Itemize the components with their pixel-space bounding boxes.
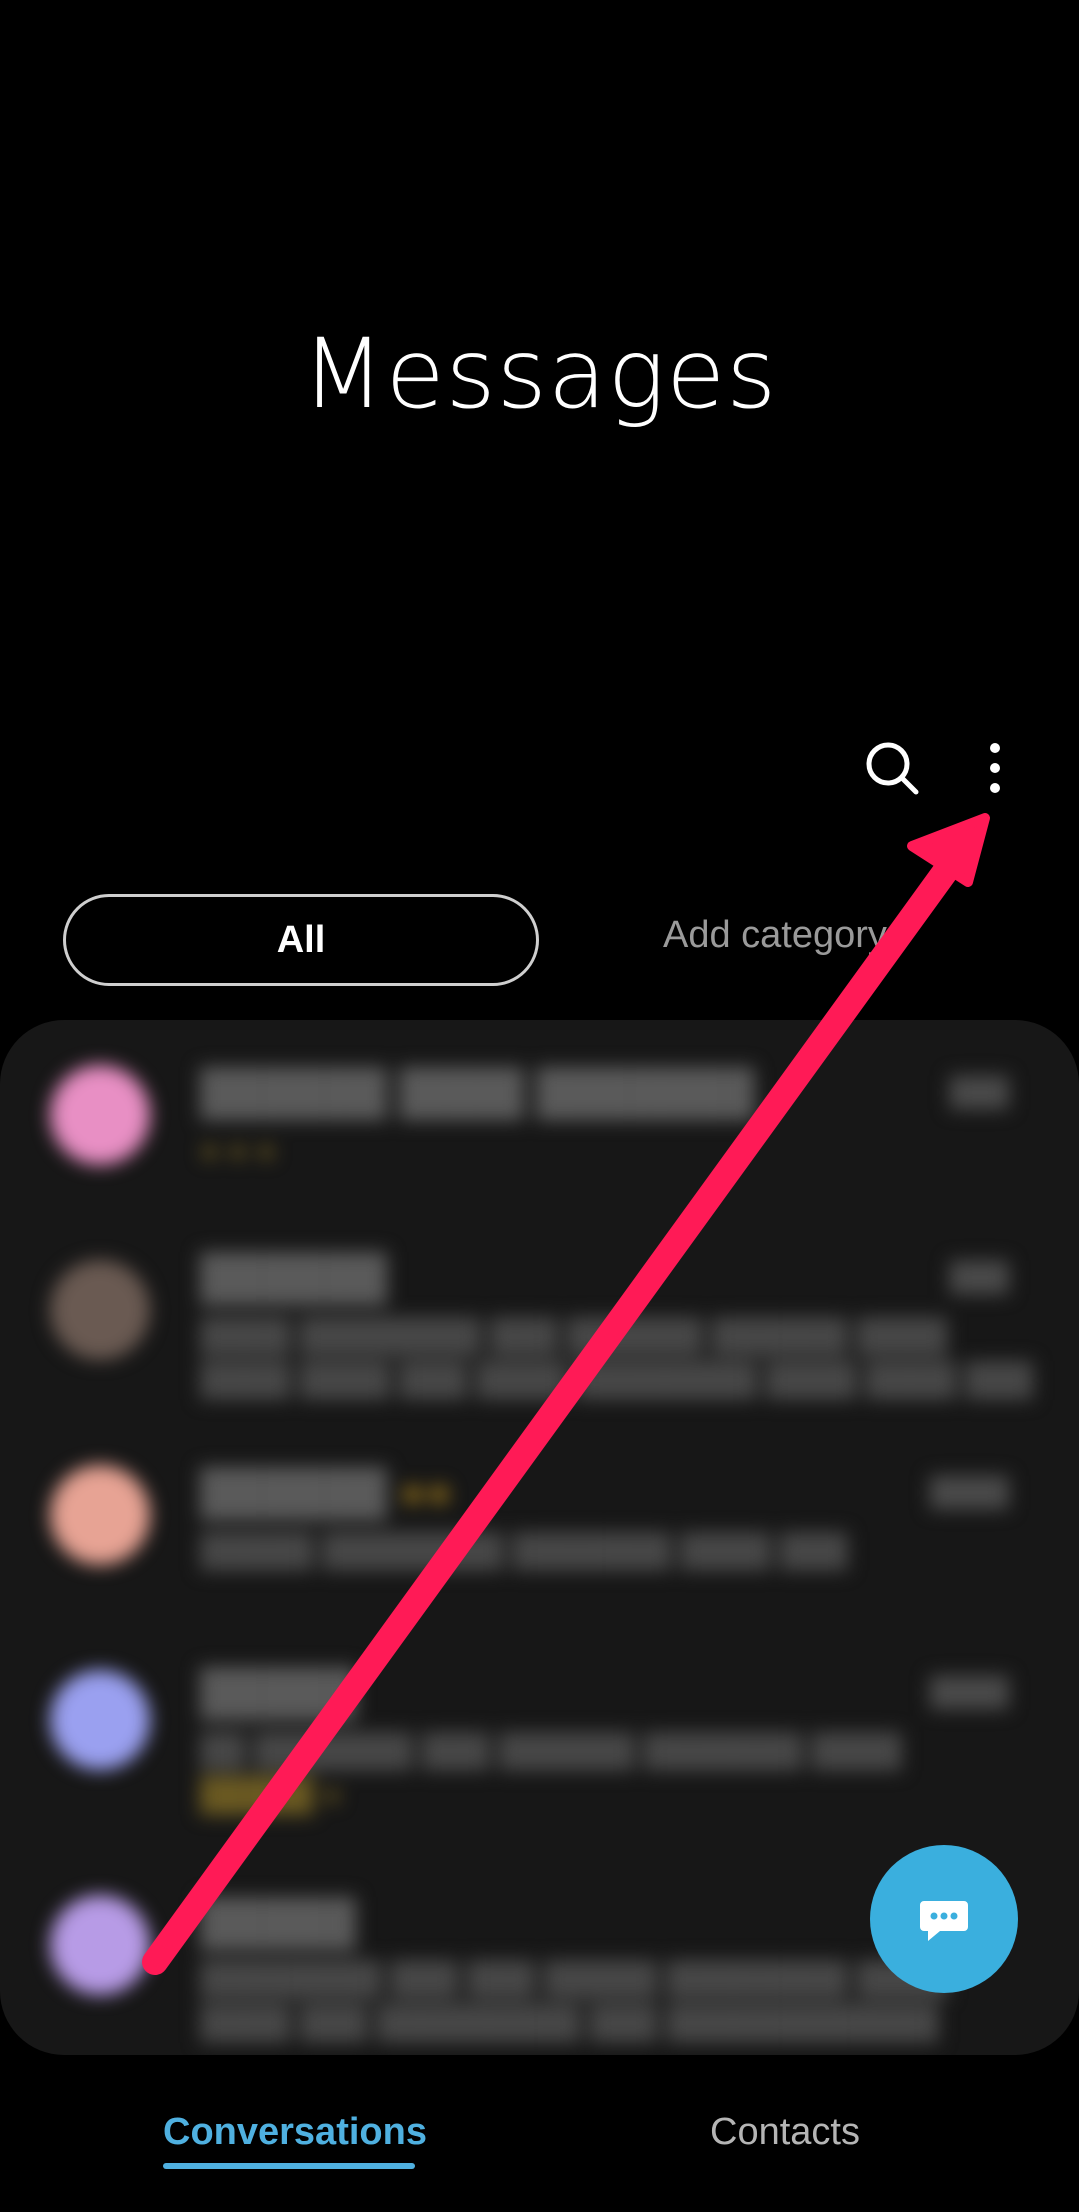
avatar <box>50 1465 150 1565</box>
conversation-time-blurred: ████ <box>929 1676 1009 1707</box>
conversation-preview-blurred: █████ ● <box>200 1776 342 1812</box>
conversation-name-blurred: ██████ <box>200 1253 388 1302</box>
add-category-tab[interactable]: Add category <box>663 914 887 957</box>
conversation-preview-blurred: ████ ████████ ███ ██████ ██████ ████ <box>200 1317 948 1353</box>
nav-tab-conversations[interactable]: Conversations <box>163 2111 427 2154</box>
conversation-preview-blurred: ██ ███████ ███ ██████ ███████ ████ <box>200 1732 902 1768</box>
active-tab-indicator <box>163 2163 415 2169</box>
conversation-name-blurred: █████ <box>200 1668 356 1717</box>
search-icon <box>866 742 919 795</box>
avatar <box>50 1260 150 1360</box>
category-tab-all-label: All <box>276 918 326 961</box>
app-title: Messages <box>301 318 778 430</box>
conversation-time-blurred: ███ <box>949 1076 1009 1107</box>
category-tab-all[interactable]: All <box>63 894 539 986</box>
conversation-row[interactable]: ██████ ████ ████████ ███ ██████ ██████ █… <box>0 1215 1079 1415</box>
conversation-name-blurred: ██████ ████ ███████ <box>200 1068 755 1117</box>
search-button[interactable] <box>852 728 932 808</box>
more-options-icon <box>990 743 1000 793</box>
avatar <box>50 1065 150 1165</box>
conversation-name-blurred: ██████ ●● <box>200 1468 453 1517</box>
new-message-button[interactable] <box>870 1845 1018 1993</box>
conversation-preview-blurred: ████ ████ ███ ████ ████████ ████ ████ ██… <box>200 1361 1034 1397</box>
avatar <box>50 1670 150 1770</box>
nav-tab-contacts[interactable]: Contacts <box>710 2111 860 2154</box>
conversation-row[interactable]: ██████ ████ ███████ ● ● ● ███ <box>0 1020 1079 1220</box>
new-message-icon <box>920 1901 968 1941</box>
conversation-time-blurred: ███ <box>949 1261 1009 1292</box>
conversation-row[interactable]: ██████ ●● █████ ████████ ███████ ████ ██… <box>0 1410 1079 1610</box>
avatar <box>50 1895 150 1995</box>
conversation-preview-blurred: ████████ ███ ███ █████ ████████ ████ <box>200 1960 948 1996</box>
conversation-preview-blurred: ● ● ● <box>200 1132 276 1168</box>
conversation-time-blurred: ████ <box>929 1476 1009 1507</box>
conversation-preview-blurred: ████ ███ █████████ ███ ████████████ <box>200 2004 939 2040</box>
conversation-name-blurred: █████ <box>200 1898 356 1947</box>
conversation-row[interactable]: █████ ██ ███████ ███ ██████ ███████ ████… <box>0 1610 1079 1812</box>
bottom-navigation: Conversations Contacts <box>0 2085 1079 2212</box>
more-options-button[interactable] <box>955 728 1035 808</box>
conversation-preview-blurred: █████ ████████ ███████ ████ ███ <box>200 1532 848 1568</box>
